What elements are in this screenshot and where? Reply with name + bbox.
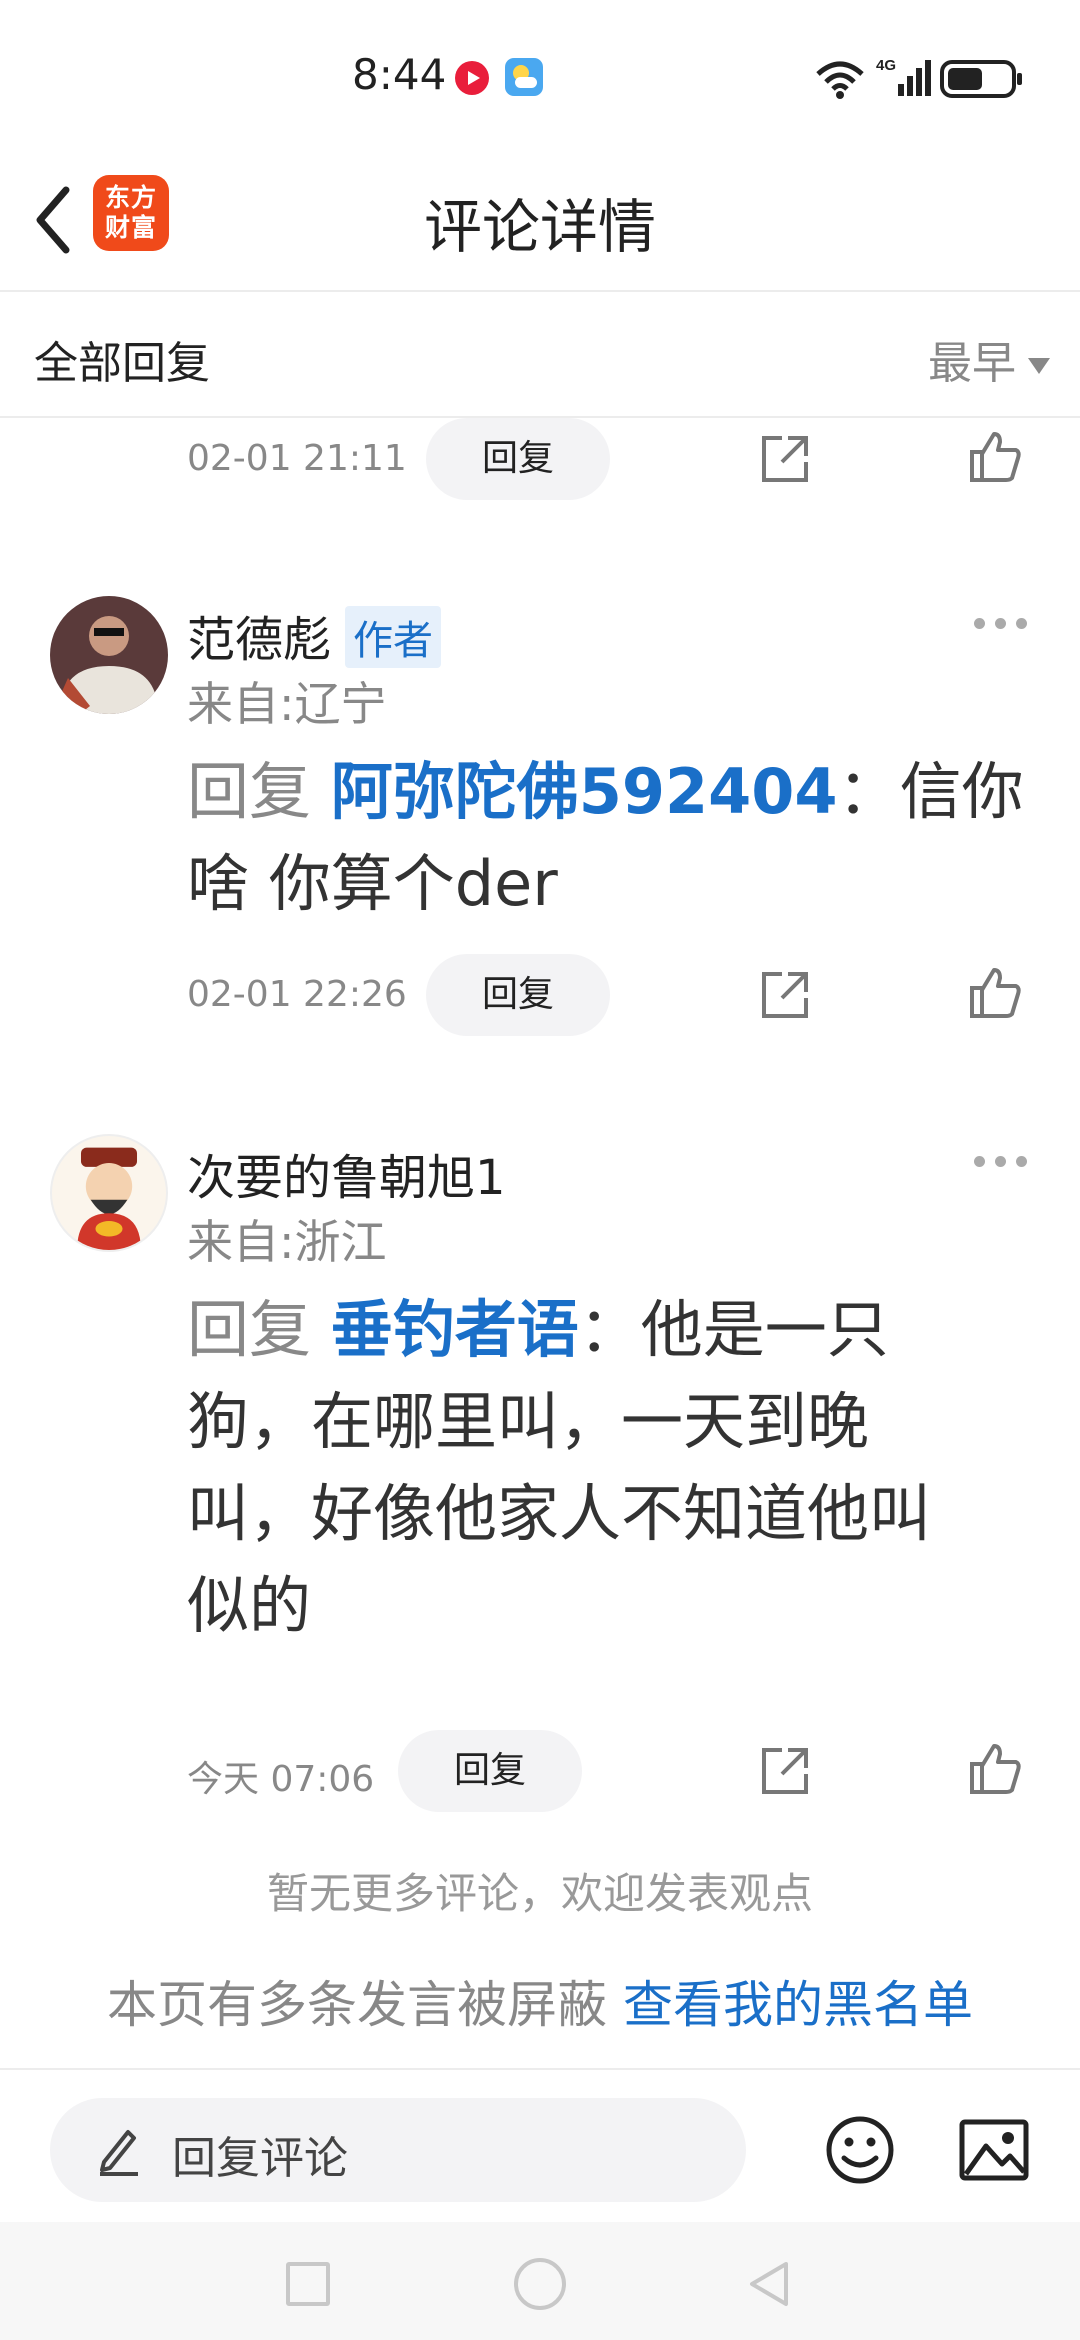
no-more-comments-note: 暂无更多评论，欢迎发表观点 xyxy=(266,1869,813,1918)
username[interactable]: 范德彪 作者 xyxy=(187,600,442,670)
weather-icon xyxy=(505,58,543,96)
reply-button[interactable]: 回复 xyxy=(426,954,610,1036)
avatar[interactable] xyxy=(50,1134,168,1252)
pencil-icon xyxy=(100,2130,138,2176)
recent-apps-icon[interactable] xyxy=(286,2262,330,2306)
nav-back-icon[interactable] xyxy=(744,2258,794,2310)
reply-prefix: 回复 xyxy=(187,755,312,828)
screen-record-icon xyxy=(455,61,489,95)
like-icon[interactable] xyxy=(966,964,1024,1022)
network-type-label: 4G xyxy=(876,57,896,74)
comment-actions: 02-01 21:11 回复 xyxy=(0,418,1080,500)
reply-button[interactable]: 回复 xyxy=(398,1730,582,1812)
sort-value: 最早 xyxy=(928,338,1016,389)
comment-text: 回复 阿弥陀佛592404：信你啥 你算个der xyxy=(187,746,1027,930)
share-icon[interactable] xyxy=(758,432,812,486)
status-bar: 8:44 4G xyxy=(0,0,1080,150)
comment-actions: 02-01 22:26 回复 xyxy=(0,954,1080,1036)
author-badge: 作者 xyxy=(345,606,442,668)
more-options-icon[interactable] xyxy=(974,1156,1030,1170)
reply-comment-input[interactable]: 回复评论 xyxy=(50,2098,746,2202)
chevron-down-icon xyxy=(1028,358,1050,374)
avatar[interactable] xyxy=(50,596,168,714)
share-icon[interactable] xyxy=(758,1744,812,1798)
reply-button[interactable]: 回复 xyxy=(426,418,610,500)
cellular-signal-icon: 4G xyxy=(876,57,931,96)
comment-item: 次要的鲁朝旭1 来自:浙江 回复 垂钓者语：他是一只狗，在哪里叫，一天到晚叫，好… xyxy=(0,1134,1080,1854)
home-icon[interactable] xyxy=(514,2258,566,2310)
username[interactable]: 次要的鲁朝旭1 xyxy=(187,1138,506,1208)
reply-target-user[interactable]: 阿弥陀佛592404 xyxy=(331,755,838,828)
sort-dropdown[interactable]: 最早 xyxy=(928,327,1050,391)
filter-bar: 全部回复 最早 xyxy=(0,292,1080,418)
user-location: 来自:辽宁 xyxy=(187,677,387,731)
wifi-icon xyxy=(816,61,864,99)
battery-icon xyxy=(940,60,1022,98)
comment-text: 回复 垂钓者语：他是一只狗，在哪里叫，一天到晚叫，好像他家人不知道他叫似的 xyxy=(187,1284,987,1652)
share-icon[interactable] xyxy=(758,968,812,1022)
blocked-text: 本页有多条发言被屏蔽 xyxy=(107,1976,608,2034)
page-title: 评论详情 xyxy=(423,193,656,261)
reply-input-placeholder: 回复评论 xyxy=(172,2133,348,2184)
comment-timestamp: 02-01 22:26 xyxy=(187,974,407,1015)
reply-bar: 回复评论 xyxy=(0,2068,1080,2222)
username-text: 范德彪 xyxy=(187,612,332,668)
blocked-posts-note: 本页有多条发言被屏蔽 查看我的黑名单 xyxy=(0,1965,1080,2037)
like-icon[interactable] xyxy=(966,1740,1024,1798)
all-replies-label: 全部回复 xyxy=(34,338,210,389)
image-icon[interactable] xyxy=(958,2118,1030,2182)
system-nav-bar xyxy=(0,2222,1080,2340)
emoji-icon[interactable] xyxy=(824,2114,896,2186)
status-time: 8:44 xyxy=(352,50,447,99)
comment-item: 范德彪 作者 来自:辽宁 回复 阿弥陀佛592404：信你啥 你算个der 02-… xyxy=(0,596,1080,1036)
comment-timestamp: 02-01 21:11 xyxy=(187,438,407,479)
view-blacklist-link[interactable]: 查看我的黑名单 xyxy=(623,1976,973,2034)
reply-prefix: 回复 xyxy=(187,1293,312,1366)
comment-list[interactable]: 02-01 21:11 回复 范德彪 作者 来自:辽宁 回复 阿弥陀佛59240… xyxy=(0,418,1080,2068)
header: 东方 财富 评论详情 xyxy=(0,150,1080,292)
like-icon[interactable] xyxy=(966,428,1024,486)
user-location: 来自:浙江 xyxy=(187,1215,387,1269)
reply-target-user[interactable]: 垂钓者语 xyxy=(331,1293,579,1366)
comment-timestamp: 今天 07:06 xyxy=(187,1759,375,1800)
comment-actions: 今天 07:06 回复 xyxy=(0,1730,1080,1812)
more-options-icon[interactable] xyxy=(974,618,1030,632)
